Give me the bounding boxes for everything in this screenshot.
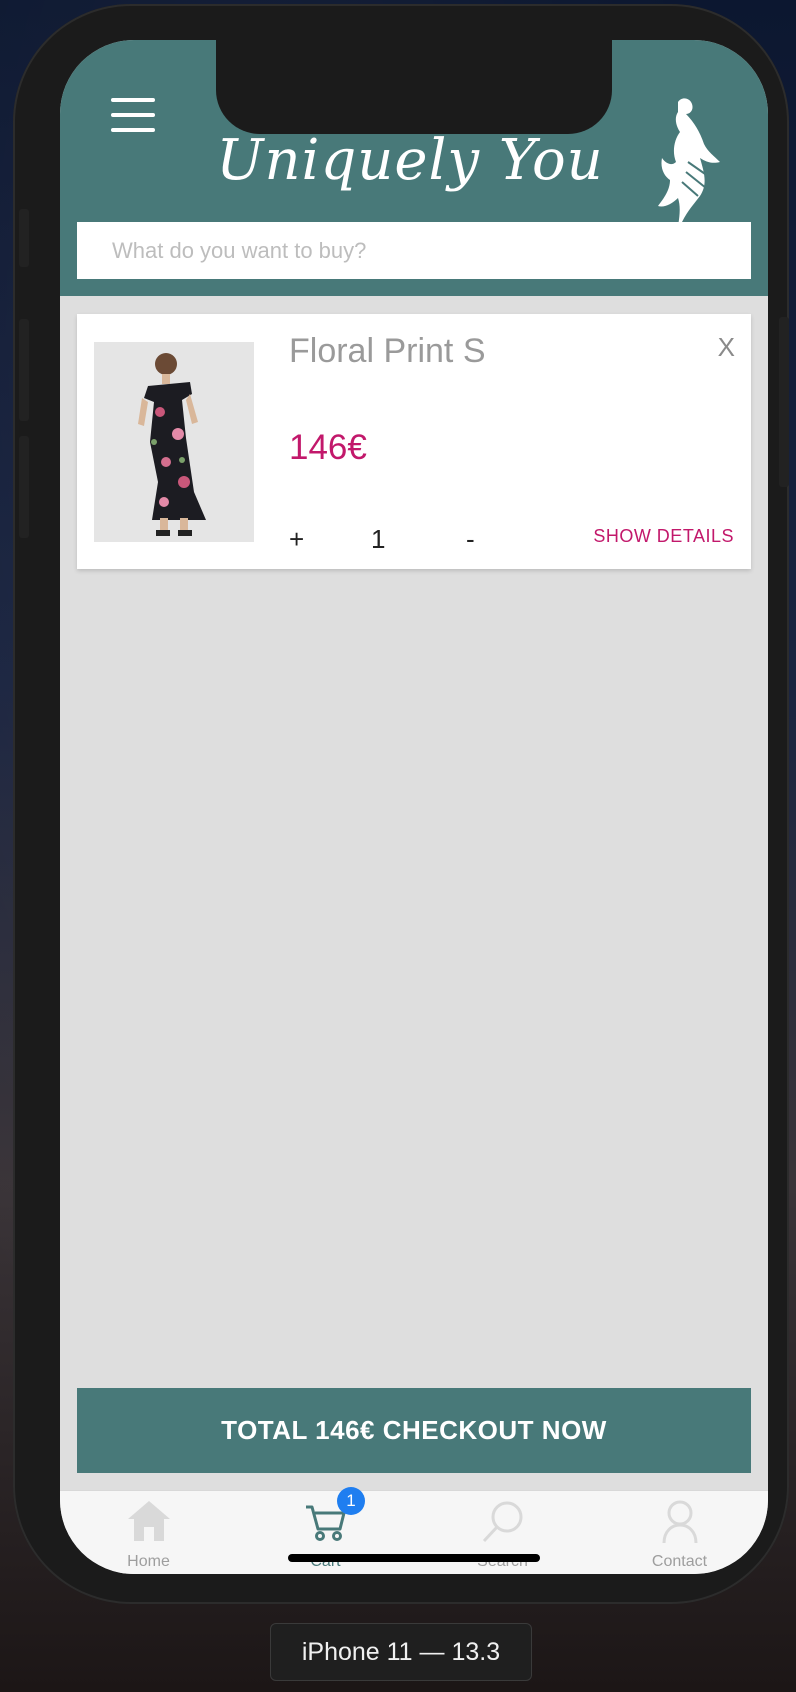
tab-home-label: Home: [127, 1553, 170, 1570]
hamburger-menu-icon[interactable]: [111, 98, 155, 132]
product-image[interactable]: [94, 342, 254, 542]
home-icon: [127, 1501, 170, 1541]
product-name[interactable]: Floral Print S: [289, 332, 486, 371]
search-input[interactable]: [77, 222, 751, 279]
power-button: [779, 317, 789, 487]
person-icon: [662, 1500, 697, 1544]
cart-item-card: Floral Print S X 146€ + 1 - SHOW DETAILS: [77, 314, 751, 569]
quantity-increase-button[interactable]: +: [289, 524, 304, 555]
quantity-value: 1: [371, 524, 386, 554]
product-price: 146€: [289, 428, 367, 467]
tab-contact-label: Contact: [651, 1553, 708, 1570]
volume-up-button: [19, 319, 29, 421]
show-details-link[interactable]: SHOW DETAILS: [593, 526, 734, 547]
brand-title: Uniquely You: [216, 128, 604, 193]
tab-home[interactable]: Home: [60, 1491, 237, 1574]
silent-switch: [19, 209, 29, 267]
fashion-logo-icon: [658, 98, 720, 240]
header-bottom-strip: [60, 279, 768, 296]
volume-down-button: [19, 436, 29, 538]
device-notch: [216, 40, 612, 134]
quantity-decrease-button[interactable]: -: [466, 524, 475, 555]
tab-contact[interactable]: Contact: [591, 1491, 768, 1574]
search-bar[interactable]: [77, 222, 751, 279]
home-indicator[interactable]: [288, 1554, 540, 1562]
remove-item-button[interactable]: X: [718, 332, 735, 363]
search-icon: [482, 1501, 522, 1543]
checkout-button[interactable]: TOTAL 146€ CHECKOUT NOW: [77, 1388, 751, 1473]
app-header: Uniquely You: [60, 40, 768, 296]
cart-count-badge: 1: [337, 1487, 365, 1515]
simulator-device-label: iPhone 11 — 13.3: [270, 1623, 532, 1681]
phone-frame: Uniquely You What do you want to buy? Fl…: [13, 4, 789, 1604]
app-screen: Uniquely You What do you want to buy? Fl…: [60, 40, 768, 1574]
